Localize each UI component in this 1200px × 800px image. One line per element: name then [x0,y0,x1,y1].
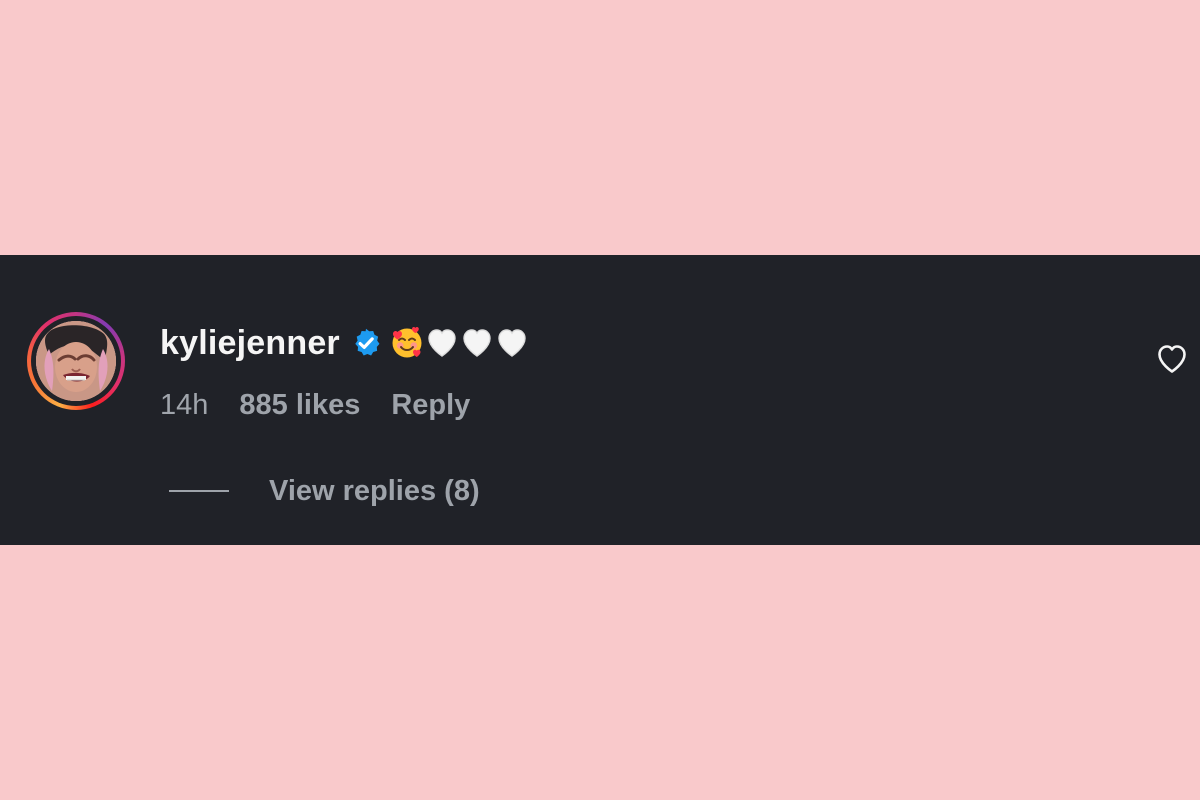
view-replies-button[interactable]: View replies (8) [269,471,480,511]
username[interactable]: kyliejenner [160,322,340,364]
white-heart-icon [428,329,456,357]
view-replies-row[interactable]: View replies (8) [169,471,480,511]
white-heart-icon [498,329,526,357]
reply-divider-line [169,490,229,492]
verified-badge-icon [350,327,382,359]
likes-count[interactable]: 885 likes [239,385,360,425]
profile-photo-icon [36,321,116,401]
avatar [36,321,116,401]
story-ring[interactable] [27,312,125,410]
comment-panel: kyliejenner 14h 885 likes Reply View rep… [0,255,1200,545]
reply-button[interactable]: Reply [391,385,470,425]
smiling-face-with-hearts-icon [392,327,422,358]
page: kyliejenner 14h 885 likes Reply View rep… [0,0,1200,800]
heart-outline-icon [1158,345,1186,373]
comment-emojis [390,326,529,360]
comment-meta: 14h 885 likes Reply [160,385,470,425]
comment-header: kyliejenner [160,322,529,364]
like-button[interactable] [1155,343,1189,375]
white-heart-icon [463,329,491,357]
comment-time: 14h [160,389,209,421]
